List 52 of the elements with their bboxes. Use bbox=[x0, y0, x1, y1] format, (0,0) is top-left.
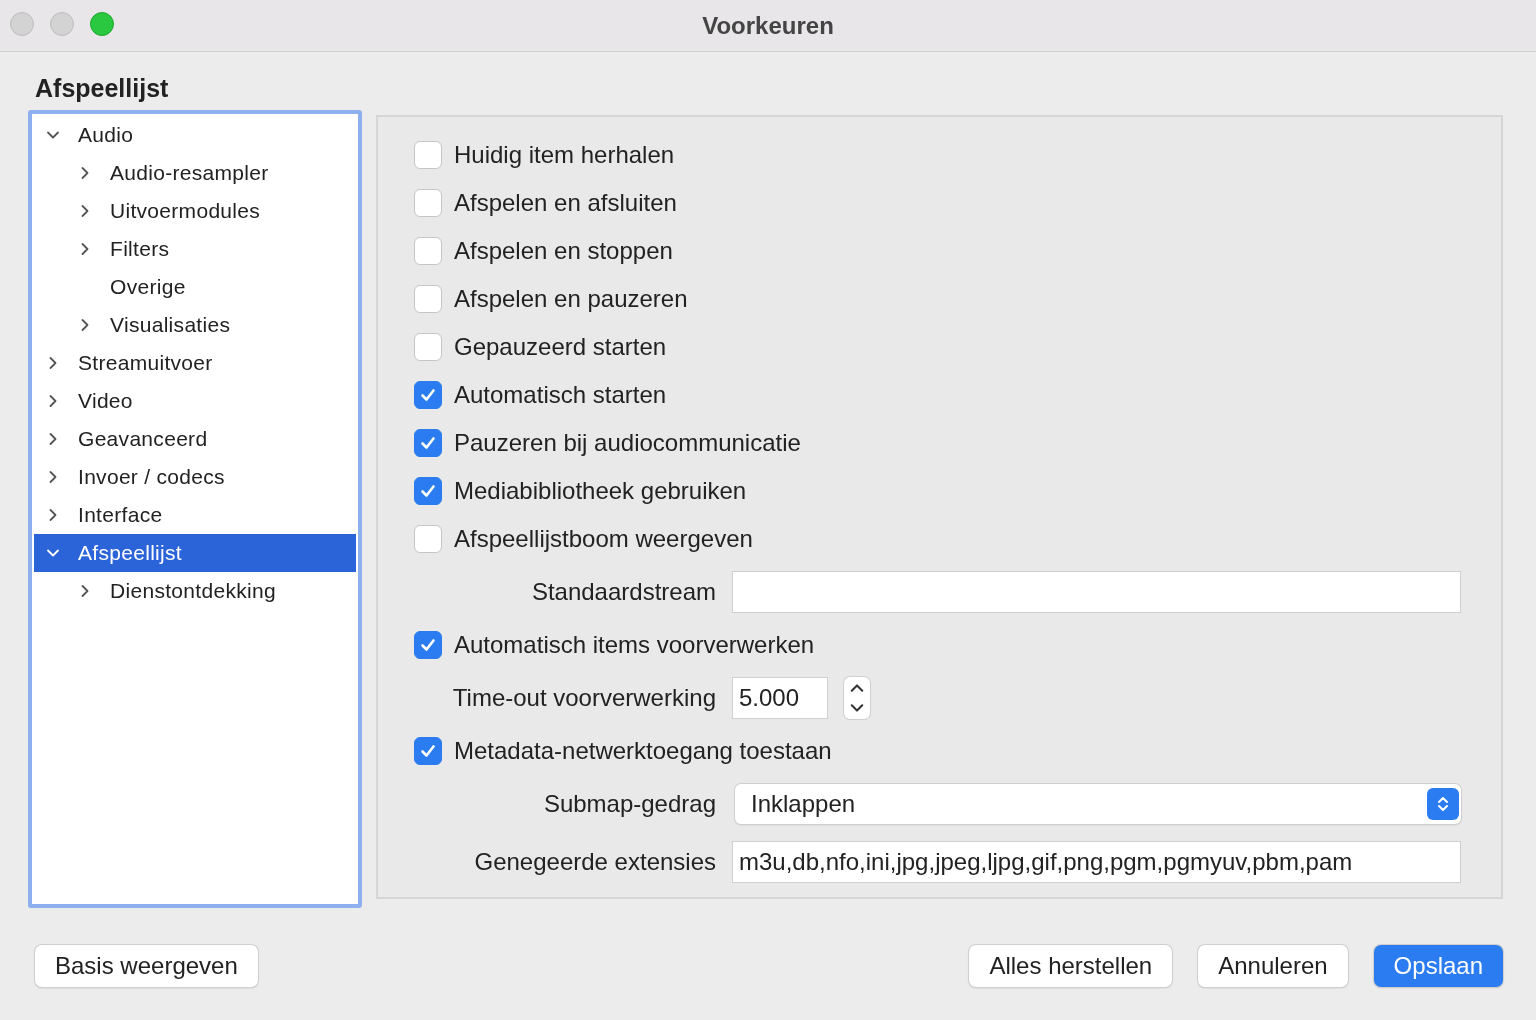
checkbox[interactable] bbox=[414, 525, 442, 553]
checkbox[interactable] bbox=[414, 477, 442, 505]
checkbox-label: Mediabibliotheek gebruiken bbox=[454, 477, 747, 505]
checkbox-label: Automatisch starten bbox=[454, 381, 667, 409]
tree-item[interactable]: Geavanceerd bbox=[34, 420, 356, 458]
field-label: Genegeerde extensies bbox=[473, 848, 716, 876]
tree-item[interactable]: Streamuitvoer bbox=[34, 344, 356, 382]
checkbox-label: Gepauzeerd starten bbox=[454, 333, 667, 361]
tree-item[interactable]: Visualisaties bbox=[34, 306, 356, 344]
checkbox[interactable] bbox=[414, 381, 442, 409]
checkbox[interactable] bbox=[414, 285, 442, 313]
tree-item[interactable]: Filters bbox=[34, 230, 356, 268]
checkbox-label: Afspelen en pauzeren bbox=[454, 285, 688, 313]
section-title: Afspeellijst bbox=[35, 73, 169, 103]
number-field[interactable]: 5.000 bbox=[732, 677, 828, 719]
button[interactable]: Annuleren bbox=[1198, 945, 1348, 987]
stepper[interactable] bbox=[844, 677, 870, 719]
zoom-button[interactable] bbox=[90, 12, 114, 36]
checkbox-label: Afspelen en stoppen bbox=[454, 237, 673, 265]
tree-item[interactable]: Overige bbox=[34, 268, 356, 306]
input-field[interactable] bbox=[732, 571, 1461, 613]
tree-item[interactable]: Video bbox=[34, 382, 356, 420]
tree-item[interactable]: Audio bbox=[34, 116, 356, 154]
field-label: Standaardstream bbox=[530, 578, 716, 606]
checkbox-label: Huidig item herhalen bbox=[454, 141, 675, 169]
checkbox[interactable] bbox=[414, 631, 442, 659]
tree-item[interactable]: Uitvoermodules bbox=[34, 192, 356, 230]
up-down-arrows-icon bbox=[1427, 788, 1459, 820]
button[interactable]: Opslaan bbox=[1373, 945, 1503, 987]
tree-item[interactable]: Audio-resampler bbox=[34, 154, 356, 192]
checkbox[interactable] bbox=[414, 333, 442, 361]
checkbox[interactable] bbox=[414, 189, 442, 217]
tree-item[interactable]: Invoer / codecs bbox=[34, 458, 356, 496]
checkbox[interactable] bbox=[414, 237, 442, 265]
field-label: Submap-gedrag bbox=[542, 790, 716, 818]
field-label: Time-out voorverwerking bbox=[451, 684, 716, 712]
checkbox[interactable] bbox=[414, 429, 442, 457]
checkbox-label: Pauzeren bij audiocommunicatie bbox=[454, 429, 801, 457]
checkbox-label: Afspeellijstboom weergeven bbox=[454, 525, 753, 553]
dropdown[interactable]: Inklappen bbox=[735, 784, 1461, 824]
checkbox-label: Afspelen en afsluiten bbox=[454, 189, 677, 217]
input-field[interactable]: m3u,db,nfo,ini,jpg,jpeg,ljpg,gif,png,pgm,pgmyuv,pbm,pam bbox=[732, 841, 1461, 883]
checkbox[interactable] bbox=[414, 141, 442, 169]
checkbox-label: Metadata-netwerktoegang toestaan bbox=[454, 737, 832, 765]
button[interactable]: Alles herstellen bbox=[969, 945, 1173, 987]
tree-item[interactable]: Afspeellijst bbox=[34, 534, 356, 572]
tree-item[interactable]: Interface bbox=[34, 496, 356, 534]
checkbox-label: Automatisch items voorverwerken bbox=[454, 631, 815, 659]
window-title: Voorkeuren bbox=[702, 11, 834, 40]
button[interactable]: Basis weergeven bbox=[35, 945, 258, 987]
checkbox[interactable] bbox=[414, 737, 442, 765]
tree-item[interactable]: Dienstontdekking bbox=[34, 572, 356, 610]
